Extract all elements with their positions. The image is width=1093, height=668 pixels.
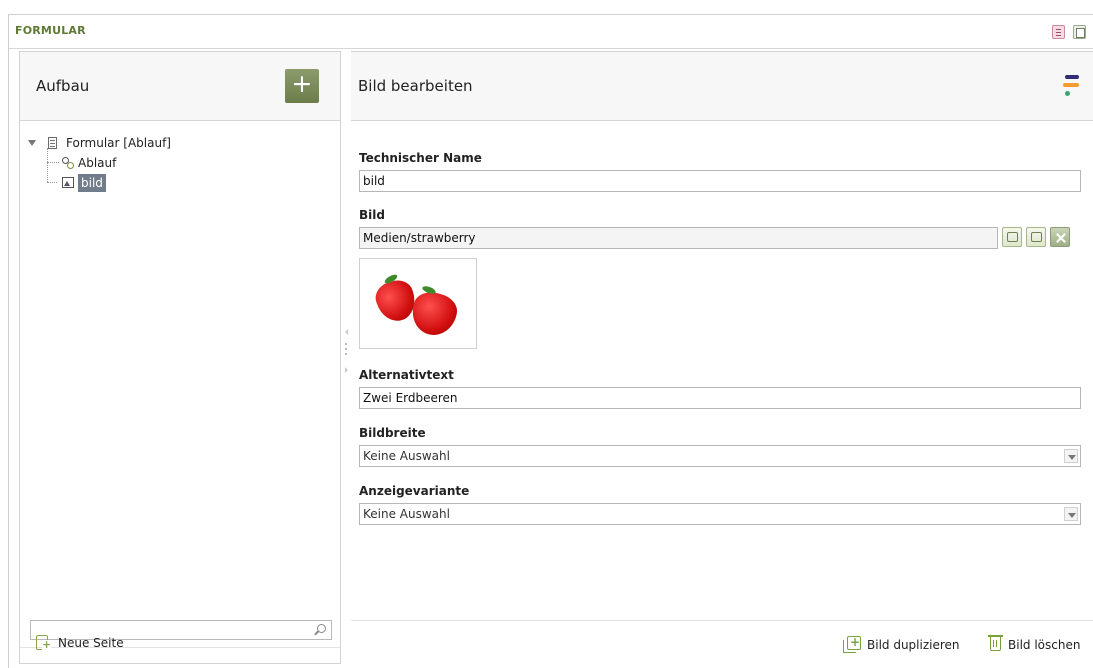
tree-item-formular[interactable]: Formular [Ablauf] — [26, 133, 326, 153]
structure-panel-title: Aufbau — [36, 77, 90, 95]
anzeigevariante-label: Anzeigevariante — [359, 484, 470, 498]
edit-panel: Bild bearbeiten Technischer Name bild Bi… — [351, 51, 1093, 664]
structure-tree: Formular [Ablauf] Ablauf bild — [26, 133, 326, 193]
bild-label: Bild — [359, 208, 385, 222]
delete-label: Bild löschen — [1008, 638, 1081, 652]
edit-panel-footer: Bild duplizieren Bild löschen — [351, 620, 1093, 665]
strawberry-image — [407, 288, 461, 340]
new-page-button[interactable]: Neue Seite — [36, 632, 124, 654]
open-media-button[interactable] — [1026, 227, 1046, 247]
collapse-left-icon[interactable] — [345, 329, 348, 335]
bildbreite-selected-value: Keine Auswahl — [363, 449, 450, 463]
window-header: FORMULAR — [9, 15, 1093, 49]
window-title: FORMULAR — [15, 24, 86, 37]
tree-item-label-selected: bild — [78, 174, 106, 192]
expand-triangle-icon[interactable] — [28, 140, 36, 146]
bildbreite-select[interactable]: Keine Auswahl — [359, 445, 1081, 467]
bild-path-input[interactable]: Medien/strawberry — [359, 227, 998, 249]
add-element-button[interactable]: + — [285, 69, 319, 103]
structure-panel: Aufbau + Formular [Ablauf] Ablauf bild +… — [19, 51, 341, 664]
trash-icon — [988, 635, 1003, 651]
tree-item-label: Ablauf — [78, 156, 117, 170]
form-editor-window: FORMULAR Aufbau + Formular [Ablauf] Abla… — [8, 14, 1093, 668]
splitter-grip — [345, 343, 347, 345]
alternativtext-label: Alternativtext — [359, 368, 454, 382]
duplicate-image-button[interactable]: Bild duplizieren — [843, 635, 960, 655]
page-view-icon[interactable] — [1052, 25, 1065, 39]
structure-panel-header: Aufbau + — [20, 52, 340, 121]
window-icon[interactable] — [1073, 25, 1086, 39]
chevron-down-icon[interactable] — [1064, 507, 1078, 521]
image-icon — [62, 177, 74, 188]
remove-image-button[interactable] — [1050, 227, 1070, 247]
form-document-icon — [48, 137, 57, 149]
workflow-gears-icon — [62, 157, 74, 169]
new-page-icon — [36, 635, 52, 650]
panel-splitter[interactable] — [341, 51, 351, 664]
image-preview — [359, 258, 477, 349]
anzeigevariante-select[interactable]: Keine Auswahl — [359, 503, 1081, 525]
edit-panel-header: Bild bearbeiten — [351, 52, 1093, 121]
bildbreite-label: Bildbreite — [359, 426, 426, 440]
chevron-down-icon[interactable] — [1064, 449, 1078, 463]
brand-logo-icon — [1062, 75, 1082, 99]
tree-item-ablauf[interactable]: Ablauf — [26, 153, 326, 173]
search-icon[interactable] — [317, 624, 326, 633]
browse-folder-button[interactable] — [1002, 227, 1022, 247]
alternativtext-input[interactable]: Zwei Erdbeeren — [359, 387, 1081, 409]
edit-panel-title: Bild bearbeiten — [358, 77, 473, 95]
new-page-label: Neue Seite — [58, 636, 124, 650]
technischer-name-label: Technischer Name — [359, 151, 482, 165]
folder-icon — [1007, 232, 1018, 242]
splitter-grip — [345, 348, 347, 350]
tree-item-label: Formular [Ablauf] — [66, 136, 171, 150]
collapse-right-icon[interactable] — [345, 367, 348, 373]
tree-item-bild[interactable]: bild — [26, 173, 326, 193]
splitter-grip — [345, 353, 347, 355]
anzeigevariante-selected-value: Keine Auswahl — [363, 507, 450, 521]
duplicate-icon — [843, 636, 861, 653]
technischer-name-input[interactable]: bild — [359, 170, 1081, 192]
open-icon — [1031, 232, 1042, 242]
delete-image-button[interactable]: Bild löschen — [986, 635, 1080, 655]
duplicate-label: Bild duplizieren — [867, 638, 960, 652]
